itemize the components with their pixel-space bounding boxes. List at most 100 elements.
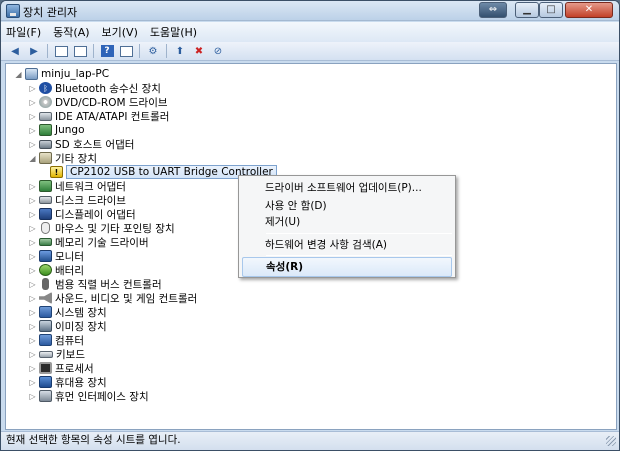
expand-arrow-icon[interactable]: ▷ bbox=[28, 392, 37, 401]
toolbar-separator bbox=[93, 44, 94, 58]
bluetooth-icon: ᛒ bbox=[39, 82, 52, 94]
expand-arrow-icon[interactable]: ▷ bbox=[28, 238, 37, 247]
tree-item-network[interactable]: ▷ 네트워크 어댑터 bbox=[28, 179, 126, 193]
minimize-button[interactable]: ▁ bbox=[515, 2, 539, 18]
keyboard-icon bbox=[39, 350, 53, 358]
close-button[interactable]: ✕ bbox=[565, 2, 613, 18]
tree-item-other-devices[interactable]: ◢ 기타 장치 bbox=[28, 151, 97, 165]
tree-item-label: 키보드 bbox=[56, 348, 85, 361]
expand-arrow-icon[interactable]: ▷ bbox=[28, 140, 37, 149]
forward-arrow-icon[interactable]: ▶ bbox=[26, 45, 42, 58]
tree-item-system[interactable]: ▷ 시스템 장치 bbox=[28, 305, 107, 319]
tree-item-label: 시스템 장치 bbox=[55, 306, 107, 319]
menu-item-scan-hardware[interactable]: 하드웨어 변경 사항 검색(A) bbox=[242, 235, 452, 255]
expand-arrow-icon[interactable]: ▷ bbox=[28, 112, 37, 121]
expand-arrow-icon[interactable]: ▷ bbox=[28, 266, 37, 275]
tree-item-portable[interactable]: ▷ 휴대용 장치 bbox=[28, 375, 107, 389]
menu-bar: 파일(F) 동작(A) 보기(V) 도움말(H) bbox=[1, 22, 619, 42]
expand-arrow-icon[interactable]: ▷ bbox=[28, 84, 37, 93]
restore-button[interactable]: ⇔ bbox=[479, 2, 507, 18]
tree-item-imaging[interactable]: ▷ 이미징 장치 bbox=[28, 319, 107, 333]
title-bar: 장치 관리자 ⇔ ▁ □ ✕ bbox=[1, 1, 619, 21]
tree-item-processor[interactable]: ▷ 프로세서 bbox=[28, 361, 94, 375]
tree-item-sound[interactable]: ▷ 사운드, 비디오 및 게임 컨트롤러 bbox=[28, 291, 197, 305]
properties-icon[interactable] bbox=[72, 45, 88, 58]
tree-item-label: SD 호스트 어댑터 bbox=[55, 138, 135, 151]
expand-arrow-icon[interactable]: ▷ bbox=[28, 280, 37, 289]
menu-help[interactable]: 도움말(H) bbox=[150, 24, 197, 40]
expand-arrow-icon[interactable]: ▷ bbox=[28, 252, 37, 261]
expand-arrow-icon[interactable]: ▷ bbox=[28, 350, 37, 359]
show-hide-tree-icon[interactable] bbox=[53, 45, 69, 58]
ide-controller-icon bbox=[39, 111, 52, 121]
menu-separator bbox=[266, 255, 452, 256]
tree-item-label: 디스플레이 어댑터 bbox=[55, 208, 136, 221]
expand-arrow-icon[interactable]: ▷ bbox=[28, 294, 37, 303]
expand-arrow-icon[interactable]: ▷ bbox=[28, 98, 37, 107]
back-arrow-icon[interactable]: ◀ bbox=[7, 45, 23, 58]
tree-item-label: 기타 장치 bbox=[55, 152, 97, 165]
tree-item-keyboard[interactable]: ▷ 키보드 bbox=[28, 347, 85, 361]
disable-device-icon[interactable]: ⊘ bbox=[210, 45, 226, 58]
warning-device-icon: ! bbox=[50, 166, 63, 178]
maximize-button[interactable]: □ bbox=[539, 2, 563, 18]
menu-item-uninstall[interactable]: 제거(U) bbox=[242, 212, 452, 232]
computer-root-icon bbox=[25, 68, 38, 80]
tree-item-computer[interactable]: ▷ 컴퓨터 bbox=[28, 333, 84, 347]
tree-item-display[interactable]: ▷ 디스플레이 어댑터 bbox=[28, 207, 136, 221]
collapse-arrow-icon[interactable]: ◢ bbox=[14, 70, 23, 79]
menu-item-properties[interactable]: 속성(R) bbox=[242, 257, 452, 277]
tree-item-battery[interactable]: ▷ 배터리 bbox=[28, 263, 84, 277]
uninstall-icon[interactable]: ✖ bbox=[191, 45, 207, 58]
tree-item-label: 범용 직렬 버스 컨트롤러 bbox=[55, 278, 162, 291]
tree-item-label: 프로세서 bbox=[55, 362, 94, 375]
tree-root[interactable]: ◢ minju_lap-PC bbox=[14, 67, 109, 81]
toolbar-separator bbox=[139, 44, 140, 58]
menu-file[interactable]: 파일(F) bbox=[6, 24, 41, 40]
tree-item-sd-host[interactable]: ▷ SD 호스트 어댑터 bbox=[28, 137, 134, 151]
expand-arrow-icon[interactable]: ▷ bbox=[28, 126, 37, 135]
tree-item-label: 배터리 bbox=[55, 264, 84, 277]
monitor-icon bbox=[39, 250, 52, 262]
update-driver-icon[interactable]: ⬆ bbox=[172, 45, 188, 58]
menu-action[interactable]: 동작(A) bbox=[53, 24, 89, 40]
tree-item-hid[interactable]: ▷ 휴먼 인터페이스 장치 bbox=[28, 389, 149, 403]
tree-item-label: 이미징 장치 bbox=[55, 320, 107, 333]
tree-item-label: 모니터 bbox=[55, 250, 84, 263]
expand-arrow-icon[interactable]: ▷ bbox=[28, 378, 37, 387]
hid-icon bbox=[39, 390, 52, 402]
scan-hardware-icon[interactable]: ⚙ bbox=[145, 45, 161, 58]
collapse-arrow-icon[interactable]: ◢ bbox=[28, 154, 37, 163]
expand-arrow-icon[interactable]: ▷ bbox=[28, 196, 37, 205]
expand-arrow-icon[interactable]: ▷ bbox=[28, 210, 37, 219]
context-menu: 드라이버 소프트웨어 업데이트(P)... 사용 안 함(D) 제거(U) 하드… bbox=[238, 175, 456, 278]
menu-view[interactable]: 보기(V) bbox=[102, 24, 138, 40]
tree-item-label: Jungo bbox=[55, 124, 85, 136]
tree-item-monitor[interactable]: ▷ 모니터 bbox=[28, 249, 84, 263]
expand-arrow-icon[interactable]: ▷ bbox=[28, 322, 37, 331]
expand-arrow-icon[interactable]: ▷ bbox=[28, 308, 37, 317]
tree-item-ide[interactable]: ▷ IDE ATA/ATAPI 컨트롤러 bbox=[28, 109, 169, 123]
expand-arrow-icon[interactable]: ▷ bbox=[28, 336, 37, 345]
tree-item-bluetooth[interactable]: ▷ ᛒ Bluetooth 송수신 장치 bbox=[28, 81, 161, 95]
tree-item-label: 휴먼 인터페이스 장치 bbox=[55, 390, 149, 403]
resize-grip-icon[interactable] bbox=[606, 436, 616, 446]
view-icon[interactable] bbox=[118, 45, 134, 58]
tree-item-disk[interactable]: ▷ 디스크 드라이브 bbox=[28, 193, 126, 207]
display-adapter-icon bbox=[39, 208, 52, 220]
tree-item-dvd[interactable]: ▷ DVD/CD-ROM 드라이브 bbox=[28, 95, 168, 109]
tree-item-usb[interactable]: ▷ 범용 직렬 버스 컨트롤러 bbox=[28, 277, 162, 291]
help-icon[interactable]: ? bbox=[99, 45, 115, 58]
tree-item-memory[interactable]: ▷ 메모리 기술 드라이버 bbox=[28, 235, 148, 249]
expand-arrow-icon[interactable]: ▷ bbox=[28, 364, 37, 373]
tree-item-label: 마우스 및 기타 포인팅 장치 bbox=[55, 222, 175, 235]
tree-item-label: DVD/CD-ROM 드라이브 bbox=[55, 96, 168, 109]
tree-item-label: IDE ATA/ATAPI 컨트롤러 bbox=[55, 110, 170, 123]
tree-item-jungo[interactable]: ▷ Jungo bbox=[28, 123, 85, 137]
expand-arrow-icon[interactable]: ▷ bbox=[28, 182, 37, 191]
expand-arrow-icon[interactable]: ▷ bbox=[28, 224, 37, 233]
menu-item-update-driver[interactable]: 드라이버 소프트웨어 업데이트(P)... bbox=[242, 178, 452, 198]
processor-icon bbox=[39, 362, 52, 374]
tree-item-label: Bluetooth 송수신 장치 bbox=[55, 82, 161, 95]
tree-item-mouse[interactable]: ▷ 마우스 및 기타 포인팅 장치 bbox=[28, 221, 175, 235]
